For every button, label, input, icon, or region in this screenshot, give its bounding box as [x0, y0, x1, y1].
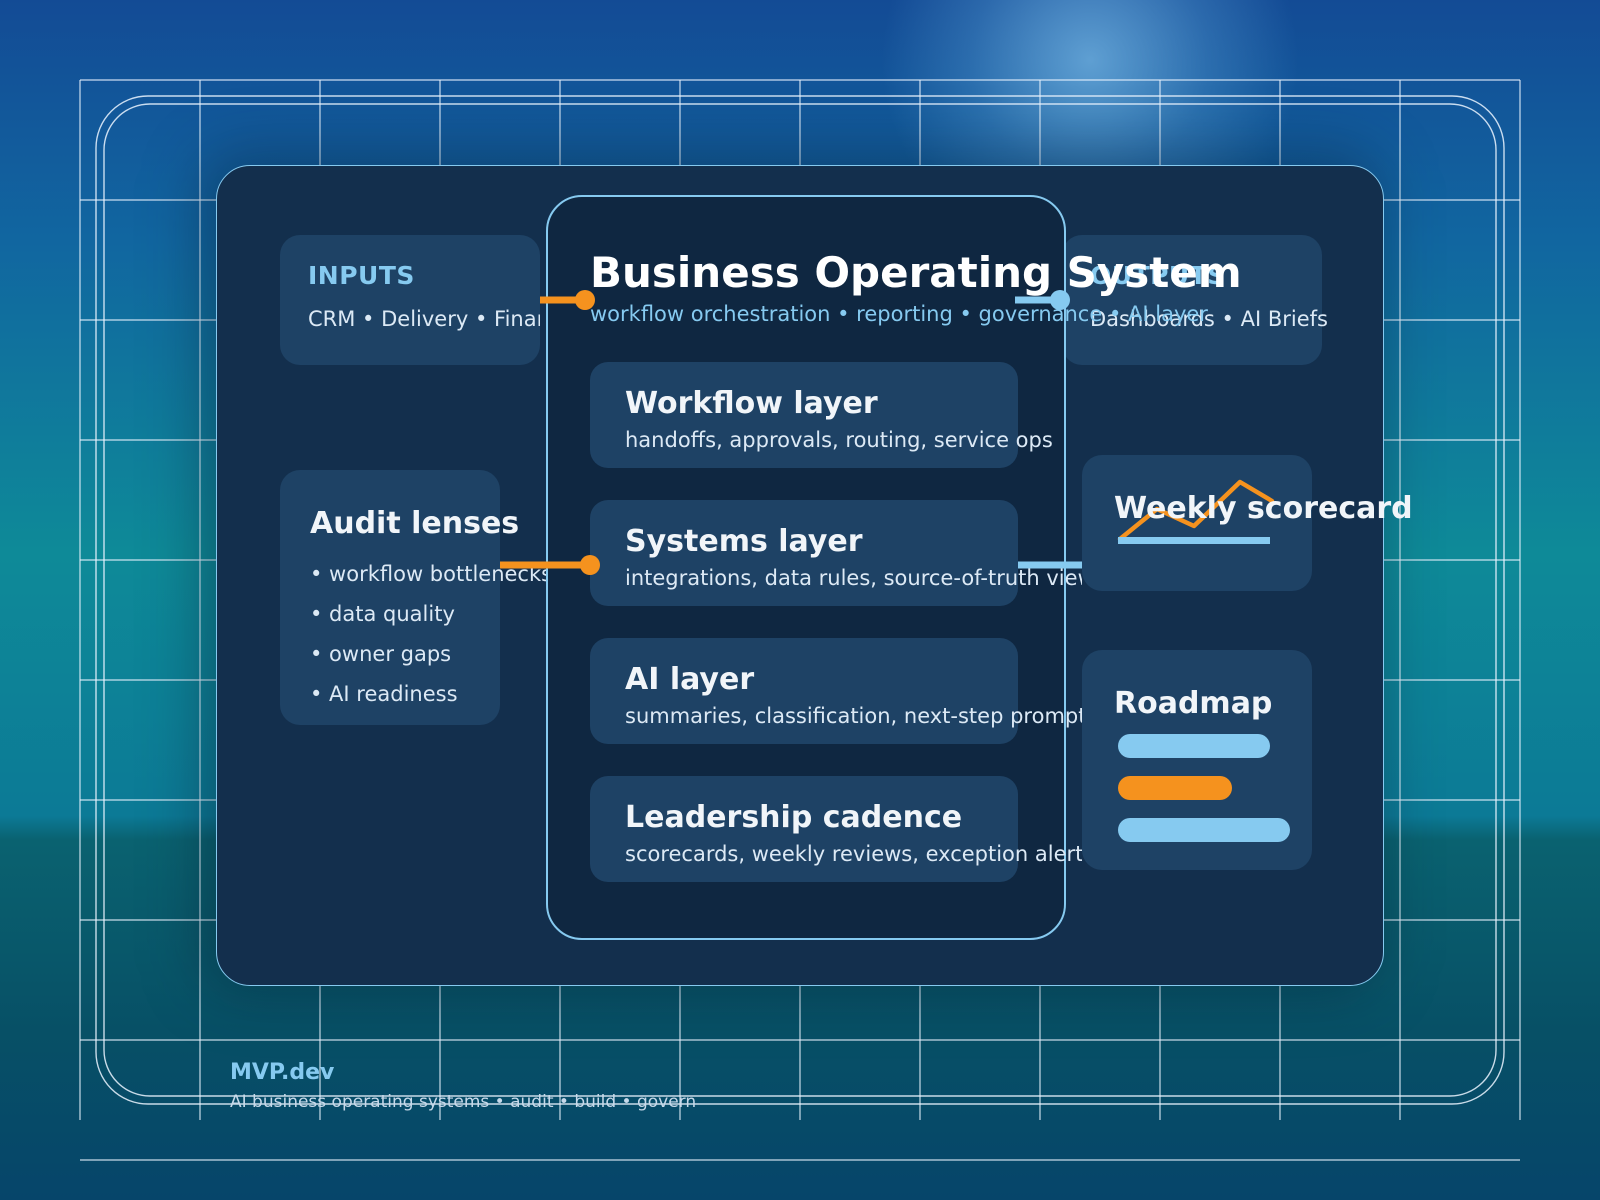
- connector-node-icon: [575, 290, 595, 310]
- footer-brand: MVP.dev: [230, 1060, 335, 1085]
- connector-node-icon: [1050, 290, 1070, 310]
- connectors: [500, 290, 1082, 575]
- footer-tagline: AI business operating systems • audit • …: [230, 1092, 697, 1112]
- connector-node-icon: [580, 555, 600, 575]
